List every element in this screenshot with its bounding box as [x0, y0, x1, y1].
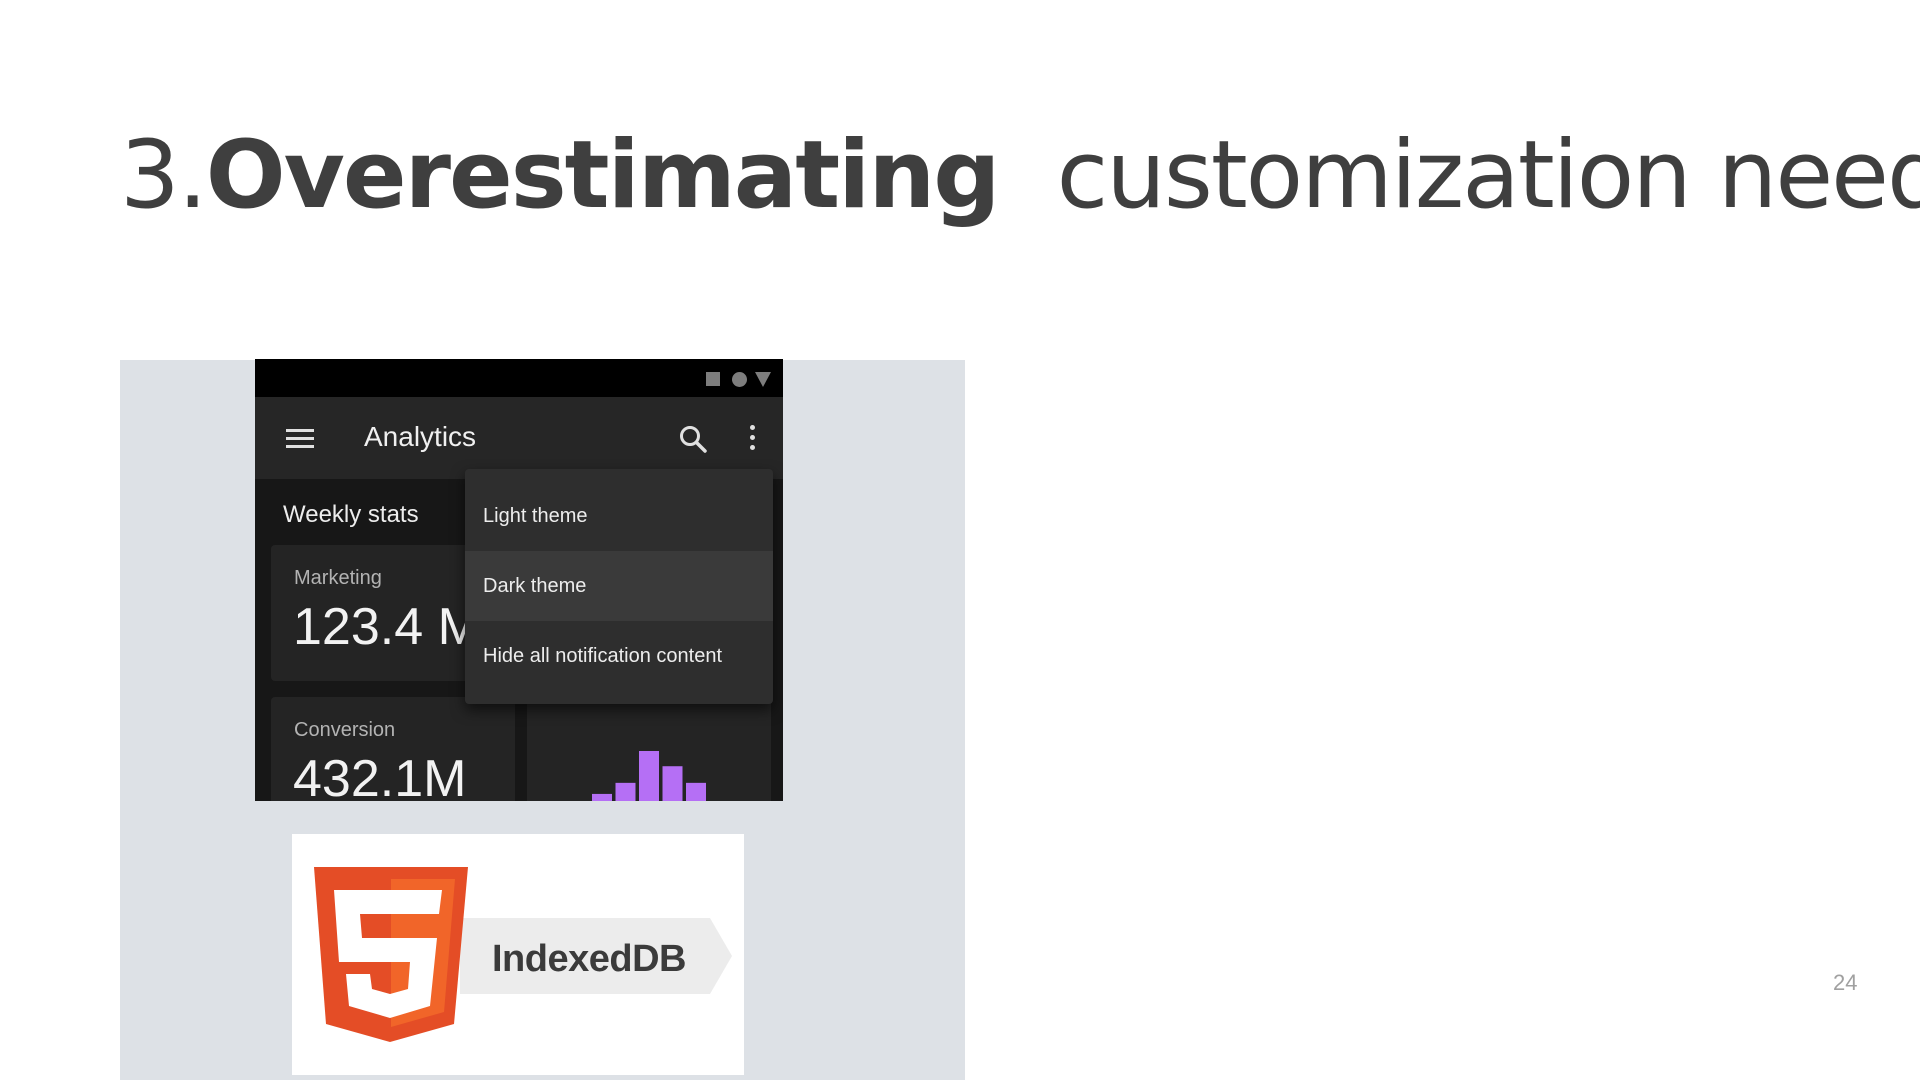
title-bold-word: Overestimating	[205, 121, 1001, 230]
chart-bar	[662, 766, 683, 801]
stat-card-chart[interactable]	[527, 697, 771, 801]
overflow-menu: Light theme Dark theme Hide all notifica…	[465, 469, 773, 704]
title-rest: customization needs	[1056, 121, 1920, 230]
card-value: 432.1M	[293, 750, 467, 801]
phone-screenshot: Analytics Weekly stats Marketing 123.4 M…	[255, 359, 783, 801]
status-bar	[255, 359, 783, 397]
menu-item-dark-theme[interactable]: Dark theme	[465, 551, 773, 621]
app-bar: Analytics	[255, 397, 783, 479]
triangle-icon	[755, 372, 771, 387]
slide-title: 3.Overestimating customization needs	[120, 120, 1920, 233]
card-value: 123.4 M	[293, 598, 481, 656]
chart-bar	[639, 751, 659, 801]
card-label: Marketing	[294, 567, 382, 589]
title-number: 3.	[120, 121, 208, 230]
menu-item-light-theme[interactable]: Light theme	[465, 481, 773, 551]
square-icon	[706, 372, 720, 386]
menu-item-hide-notifications[interactable]: Hide all notification content	[465, 621, 773, 691]
mini-bar-chart	[592, 751, 706, 801]
chart-bar	[592, 793, 612, 801]
page-number: 24	[1833, 970, 1858, 995]
chart-bar	[615, 782, 636, 801]
circle-icon	[732, 372, 747, 387]
search-icon[interactable]	[677, 423, 709, 455]
stat-card-conversion[interactable]: Conversion 432.1M	[271, 697, 515, 801]
card-label: Conversion	[294, 719, 396, 741]
logo-text: IndexedDB	[492, 938, 686, 980]
indexeddb-logo: IndexedDB	[292, 834, 744, 1075]
app-title: Analytics	[364, 421, 477, 452]
section-title: Weekly stats	[283, 501, 419, 528]
chart-bar	[686, 782, 706, 801]
menu-icon[interactable]	[286, 429, 314, 449]
more-vert-icon[interactable]	[747, 425, 757, 453]
